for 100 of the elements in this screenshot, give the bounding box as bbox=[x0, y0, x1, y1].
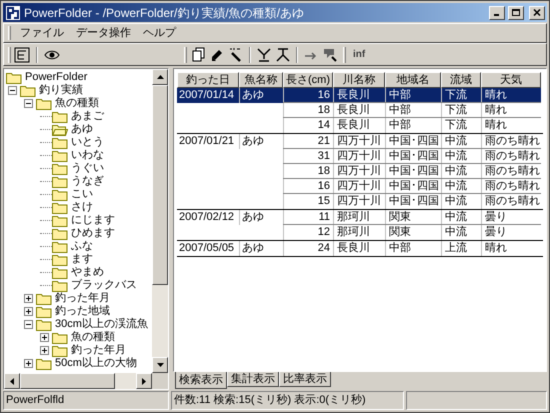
table-cell: 中部 bbox=[385, 241, 441, 256]
table-row[interactable]: 15 四万十川 中国･四国 中流 雨のち晴れ bbox=[283, 194, 541, 209]
collapse-toggle[interactable] bbox=[24, 320, 32, 329]
table-cell: 中流 bbox=[441, 210, 481, 224]
copy-icon[interactable] bbox=[190, 46, 206, 62]
table-cell: 下流 bbox=[441, 118, 481, 133]
table-cell: 関東 bbox=[385, 210, 441, 224]
expand-toggle[interactable] bbox=[24, 307, 32, 316]
vertical-scrollbar[interactable] bbox=[152, 69, 168, 373]
table-cell: 中部 bbox=[385, 118, 441, 133]
table-cell: 中流 bbox=[441, 179, 481, 193]
table-cell: 晴れ bbox=[481, 88, 541, 102]
tab[interactable]: 検索表示 bbox=[175, 372, 227, 389]
arrow-up-icon bbox=[156, 75, 164, 79]
status-info: 件数:11 検索:15(ミリ秒) 表示:0(ミリ秒) bbox=[171, 391, 404, 410]
scrollbar-corner bbox=[152, 373, 168, 389]
table-row[interactable]: 11 那珂川 関東 中流 曇り bbox=[283, 210, 541, 225]
table-cell: 四万十川 bbox=[333, 149, 385, 163]
table-cell: 12 bbox=[283, 225, 333, 240]
table-cell: 上流 bbox=[441, 241, 481, 256]
expand-toggle[interactable] bbox=[40, 333, 48, 342]
close-button[interactable] bbox=[529, 6, 545, 20]
column-header[interactable]: 天気 bbox=[481, 72, 541, 88]
scroll-thumb[interactable] bbox=[20, 373, 115, 389]
table-cell: 曇り bbox=[481, 225, 541, 240]
status-file: PowerFolfld bbox=[3, 391, 169, 410]
table-cell: 下流 bbox=[441, 88, 481, 102]
table-row[interactable]: 18 四万十川 中国･四国 中流 雨のち晴れ bbox=[283, 164, 541, 179]
table-cell: 関東 bbox=[385, 225, 441, 240]
table-cell: 雨のち晴れ bbox=[481, 134, 541, 148]
table-row[interactable]: 18 長良川 中部 下流 晴れ bbox=[283, 103, 541, 118]
table-cell: 四万十川 bbox=[333, 134, 385, 148]
expand-toggle[interactable] bbox=[24, 359, 32, 368]
table-cell: 中流 bbox=[441, 164, 481, 178]
table-cell: 中国･四国 bbox=[385, 194, 441, 209]
table-cell: 晴れ bbox=[481, 241, 541, 256]
table-cell: 16 bbox=[283, 88, 333, 102]
table-row[interactable]: 31 四万十川 中国･四国 中流 雨のち晴れ bbox=[283, 149, 541, 164]
scroll-down-button[interactable] bbox=[152, 357, 168, 373]
table-cell: 晴れ bbox=[481, 103, 541, 117]
table-cell: 雨のち晴れ bbox=[481, 149, 541, 163]
table-cell: 16 bbox=[283, 179, 333, 193]
table-row[interactable]: 16 四万十川 中国･四国 中流 雨のち晴れ bbox=[283, 179, 541, 194]
table-cell: 那珂川 bbox=[333, 210, 385, 224]
table-cell: 21 bbox=[283, 134, 333, 148]
split-icon[interactable] bbox=[256, 46, 272, 62]
collapse-toggle[interactable] bbox=[24, 99, 32, 108]
table-cell: 14 bbox=[283, 118, 333, 133]
maximize-button[interactable] bbox=[508, 6, 524, 20]
column-header[interactable]: 地域名 bbox=[385, 72, 441, 88]
table-cell: 中部 bbox=[385, 103, 441, 117]
info-button[interactable]: inf bbox=[349, 47, 370, 62]
close-icon bbox=[533, 9, 541, 16]
column-header[interactable]: 長さ(cm) bbox=[283, 72, 333, 88]
maximize-icon bbox=[512, 9, 520, 16]
menu-item[interactable]: ファイル bbox=[15, 24, 69, 42]
table-cell: 18 bbox=[283, 164, 333, 178]
table-cell: 長良川 bbox=[333, 88, 385, 102]
table-cell: 雨のち晴れ bbox=[481, 179, 541, 193]
table-cell: 18 bbox=[283, 103, 333, 117]
column-header[interactable]: 流域 bbox=[441, 72, 481, 88]
table-cell: 中国･四国 bbox=[385, 164, 441, 178]
table-cell: 2007/01/14 bbox=[177, 88, 239, 103]
table-cell: 長良川 bbox=[333, 118, 385, 133]
table-cell: 中部 bbox=[385, 88, 441, 102]
tree-item[interactable]: 50cm以上の大物 bbox=[55, 355, 137, 372]
table-cell: あゆ bbox=[239, 88, 283, 103]
table-cell: 中国･四国 bbox=[385, 134, 441, 148]
table-cell: 晴れ bbox=[481, 118, 541, 133]
merge-icon[interactable] bbox=[275, 46, 291, 62]
table-cell: 中国･四国 bbox=[385, 149, 441, 163]
table-row[interactable]: 16 長良川 中部 下流 晴れ bbox=[283, 88, 541, 103]
scroll-thumb[interactable] bbox=[152, 85, 168, 285]
column-header[interactable]: 川名称 bbox=[333, 72, 385, 88]
table-cell: 曇り bbox=[481, 210, 541, 224]
collapse-toggle[interactable] bbox=[8, 86, 16, 95]
table-row[interactable]: 21 四万十川 中国･四国 中流 雨のち晴れ bbox=[283, 134, 541, 149]
table-cell: 中流 bbox=[441, 225, 481, 240]
table-cell: 那珂川 bbox=[333, 225, 385, 240]
scroll-up-button[interactable] bbox=[152, 69, 168, 85]
scroll-right-button[interactable] bbox=[136, 373, 152, 389]
table-cell: 11 bbox=[283, 210, 333, 224]
menu-item[interactable]: データ操作 bbox=[71, 24, 136, 42]
scroll-left-button[interactable] bbox=[4, 373, 20, 389]
expand-toggle[interactable] bbox=[24, 294, 32, 303]
tab[interactable]: 比率表示 bbox=[279, 372, 331, 387]
expand-toggle[interactable] bbox=[40, 346, 48, 355]
column-header[interactable]: 魚名称 bbox=[239, 72, 283, 88]
horizontal-scrollbar[interactable] bbox=[4, 373, 168, 389]
minimize-button[interactable] bbox=[489, 6, 505, 20]
table-cell: 四万十川 bbox=[333, 194, 385, 209]
column-header[interactable]: 釣った日 bbox=[177, 72, 239, 88]
tab[interactable]: 集計表示 bbox=[227, 372, 279, 387]
app-icon bbox=[5, 4, 21, 20]
table-cell: 24 bbox=[283, 241, 333, 256]
table-cell: 中国･四国 bbox=[385, 179, 441, 193]
table-cell: 中流 bbox=[441, 194, 481, 209]
menu-item[interactable]: ヘルプ bbox=[138, 24, 181, 42]
table-cell: 雨のち晴れ bbox=[481, 194, 541, 209]
table-cell: 15 bbox=[283, 194, 333, 209]
